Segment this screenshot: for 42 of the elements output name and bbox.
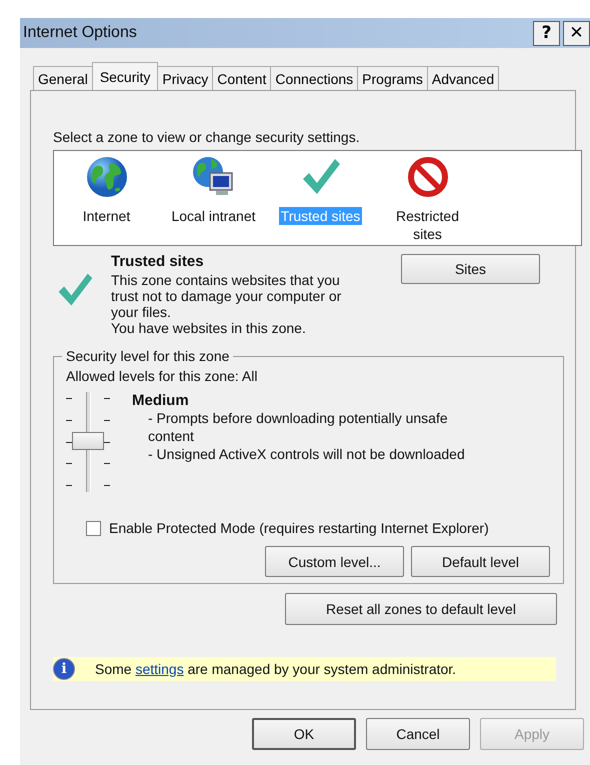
tick-mark bbox=[104, 485, 110, 486]
tab[interactable]: Privacy bbox=[157, 66, 214, 90]
reset-zones-button[interactable]: Reset all zones to default level bbox=[285, 593, 557, 625]
globe-icon bbox=[84, 155, 128, 199]
zone-title: Trusted sites bbox=[111, 254, 205, 270]
zone-description: This zone contains websites that you trust not to damage your computer or your files. bbox=[111, 272, 342, 320]
help-button[interactable]: ? bbox=[533, 20, 560, 46]
zone-note: You have websites in this zone. bbox=[111, 320, 307, 336]
checkbox-label: Enable Protected Mode (requires restarting Internet Explorer) bbox=[109, 520, 489, 536]
close-button[interactable]: ✕ bbox=[563, 20, 590, 46]
tab[interactable]: Security bbox=[92, 62, 158, 90]
tick-mark bbox=[104, 420, 110, 421]
level-name: Medium bbox=[132, 392, 190, 409]
zone-item[interactable]: Restricted sites bbox=[380, 207, 474, 243]
custom-level-button[interactable]: Custom level... bbox=[265, 546, 404, 577]
slider-thumb[interactable] bbox=[72, 432, 104, 450]
zone-item[interactable]: Internet bbox=[60, 207, 154, 225]
group-legend: Security level for this zone bbox=[62, 348, 234, 364]
tick-mark bbox=[66, 463, 72, 464]
checkbox[interactable] bbox=[86, 520, 101, 536]
no-entry-icon bbox=[406, 155, 450, 199]
tick-mark bbox=[104, 463, 110, 464]
tab[interactable]: Programs bbox=[357, 66, 428, 90]
allowed-levels-text: Allowed levels for this zone: All bbox=[66, 368, 258, 384]
tab[interactable]: General bbox=[33, 66, 93, 90]
sites-button[interactable]: Sites bbox=[401, 254, 540, 284]
dialog-button[interactable]: OK bbox=[252, 718, 356, 750]
level-detail: - Unsigned ActiveX controls will not be downloaded bbox=[147, 445, 466, 463]
window-title: Internet Options bbox=[23, 24, 137, 42]
zone-prompt: Select a zone to view or change security settings. bbox=[53, 129, 361, 145]
tick-mark bbox=[66, 398, 72, 399]
tab[interactable]: Advanced bbox=[426, 66, 500, 90]
settings-link[interactable]: settings bbox=[135, 661, 184, 677]
tick-mark bbox=[104, 398, 110, 399]
zone-item[interactable]: Local intranet bbox=[166, 207, 260, 225]
default-level-button[interactable]: Default level bbox=[411, 546, 550, 577]
tick-mark bbox=[66, 420, 72, 421]
info-icon: i bbox=[53, 658, 75, 680]
info-message: Some settings are managed by your system administrator. bbox=[95, 661, 456, 677]
tick-mark bbox=[66, 485, 72, 486]
dialog-button[interactable]: Cancel bbox=[366, 718, 470, 750]
level-detail: - Prompts before downloading potentially unsafe content bbox=[147, 409, 449, 445]
